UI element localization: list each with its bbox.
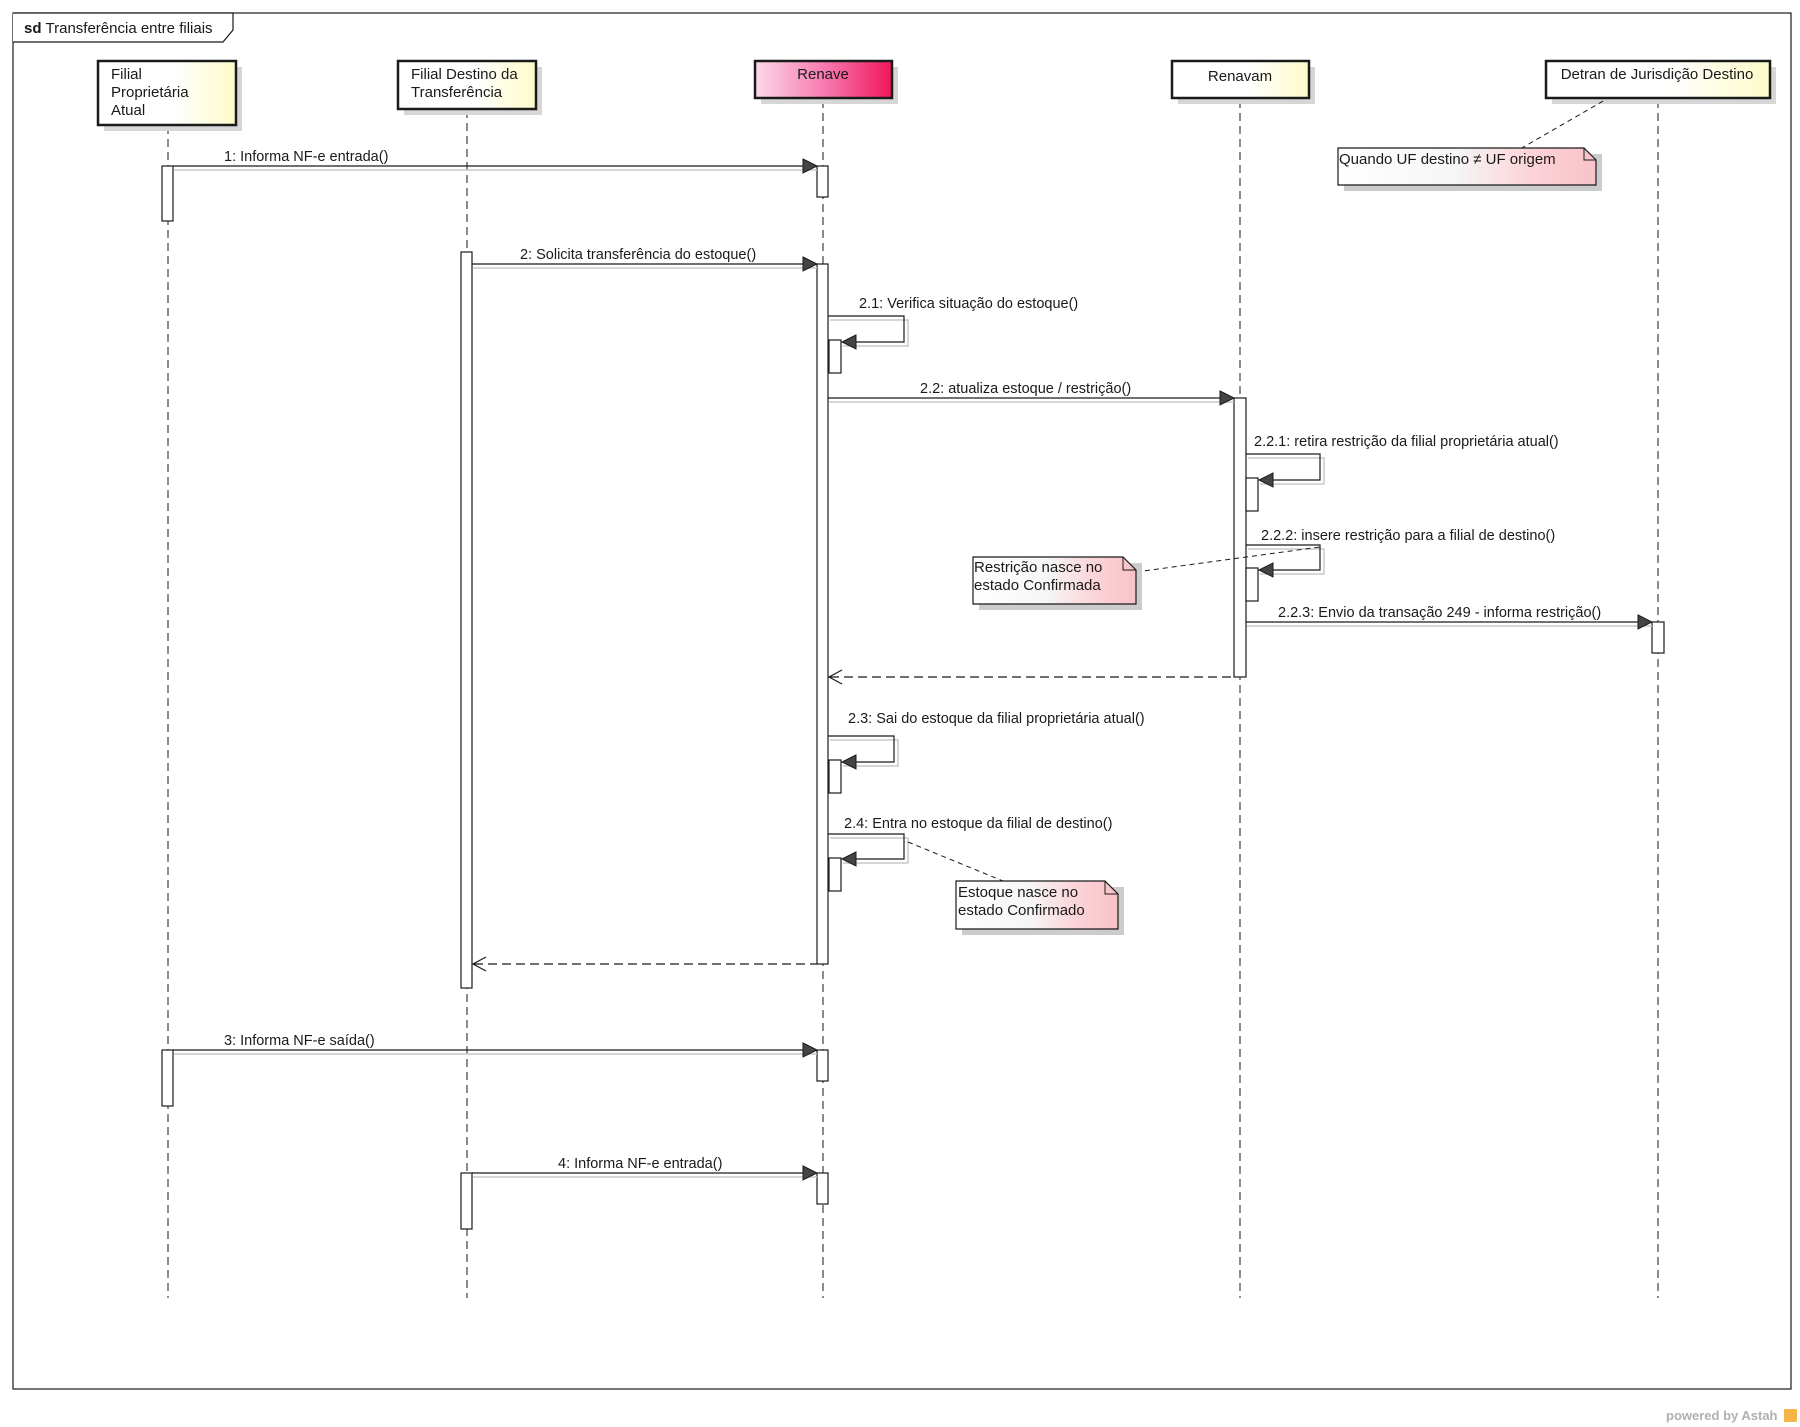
note-uf[interactable]: Quando UF destino ≠ UF origem xyxy=(1337,99,1606,191)
note-restricao[interactable]: Restrição nasce no estado Confirmada xyxy=(972,546,1321,610)
message-label: 2.2.1: retira restrição da filial propri… xyxy=(1254,434,1559,450)
activation-bar xyxy=(828,759,842,794)
activation-bar xyxy=(1245,477,1259,512)
message-return-2[interactable] xyxy=(471,956,817,972)
message-2-2-1[interactable]: 2.2.1: retira restrição da filial propri… xyxy=(1246,434,1559,488)
lifeline-name: Detran de Jurisdição Destino xyxy=(1561,66,1754,83)
messages: 1: Informa NF-e entrada() 2: Solicita tr… xyxy=(173,149,1654,1181)
activation-bar xyxy=(828,857,842,892)
interaction-frame: sd Transferência entre filiais xyxy=(12,12,1792,1390)
activation-bar xyxy=(816,165,829,198)
message-label: 2.2: atualiza estoque / restrição() xyxy=(920,381,1131,397)
lifeline-name: Filial xyxy=(111,66,142,83)
message-label: 2.3: Sai do estoque da filial proprietár… xyxy=(848,711,1145,727)
note-text: estado Confirmada xyxy=(974,577,1101,594)
lifelines: Filial Proprietária Atual Filial Destino… xyxy=(96,59,1776,1298)
frame-title: sd Transferência entre filiais xyxy=(24,20,213,37)
activation-bar xyxy=(816,1049,829,1082)
activation-bar xyxy=(161,165,174,222)
lifeline-detran[interactable]: Detran de Jurisdição Destino xyxy=(1544,59,1776,104)
message-2-1[interactable]: 2.1: Verifica situação do estoque() xyxy=(828,296,1078,350)
note-connector xyxy=(1512,99,1606,154)
message-1[interactable]: 1: Informa NF-e entrada() xyxy=(173,149,819,174)
activation-bar xyxy=(460,251,473,989)
note-estoque[interactable]: Estoque nasce no estado Confirmado xyxy=(907,841,1124,935)
footer-text: powered by Astah xyxy=(1666,1408,1778,1423)
notes: Quando UF destino ≠ UF origem Restrição … xyxy=(907,99,1606,935)
message-2[interactable]: 2: Solicita transferência do estoque() xyxy=(472,247,819,272)
note-text: Restrição nasce no xyxy=(974,559,1102,576)
astah-watermark: powered by Astah xyxy=(1666,1408,1797,1423)
note-connector xyxy=(1135,546,1321,573)
message-2-3[interactable]: 2.3: Sai do estoque da filial proprietár… xyxy=(828,711,1145,770)
activation-bar xyxy=(828,339,842,374)
message-label: 2.2.3: Envio da transação 249 - informa … xyxy=(1278,605,1601,621)
lifeline-name: Renave xyxy=(797,66,849,83)
activation-bar xyxy=(161,1049,174,1107)
activation-bar xyxy=(1233,397,1247,678)
message-label: 4: Informa NF-e entrada() xyxy=(558,1156,722,1172)
activation-bar xyxy=(460,1172,473,1230)
message-2-4[interactable]: 2.4: Entra no estoque da filial de desti… xyxy=(828,816,1112,867)
activation-bar xyxy=(816,1172,829,1205)
message-label: 3: Informa NF-e saída() xyxy=(224,1033,375,1049)
message-label: 2.4: Entra no estoque da filial de desti… xyxy=(844,816,1112,832)
lifeline-renavam[interactable]: Renavam xyxy=(1170,59,1315,104)
astah-logo-icon xyxy=(1784,1409,1797,1422)
lifeline-name: Filial Destino da xyxy=(411,66,518,83)
message-2-2-3[interactable]: 2.2.3: Envio da transação 249 - informa … xyxy=(1246,605,1654,630)
message-label: 2.2.2: insere restrição para a filial de… xyxy=(1261,528,1555,544)
note-text: Estoque nasce no xyxy=(958,884,1078,901)
lifeline-renave[interactable]: Renave xyxy=(753,59,898,104)
lifeline-name: Proprietária xyxy=(111,84,189,101)
lifeline-filial-proprietaria[interactable]: Filial Proprietária Atual xyxy=(96,59,242,131)
lifeline-filial-destino[interactable]: Filial Destino da Transferência xyxy=(396,59,542,115)
message-4[interactable]: 4: Informa NF-e entrada() xyxy=(472,1156,819,1181)
sequence-diagram: sd Transferência entre filiais Filial Pro… xyxy=(12,12,1797,1423)
activation-bars xyxy=(161,165,1665,1230)
lifeline-name: Atual xyxy=(111,102,145,119)
lifeline-name: Transferência xyxy=(411,84,503,101)
message-3[interactable]: 3: Informa NF-e saída() xyxy=(173,1033,819,1058)
message-2-2[interactable]: 2.2: atualiza estoque / restrição() xyxy=(828,381,1236,406)
message-return-2-2[interactable] xyxy=(827,669,1234,685)
note-text: estado Confirmado xyxy=(958,902,1085,919)
activation-bar xyxy=(1245,567,1259,602)
note-connector xyxy=(907,841,1004,882)
message-label: 2.1: Verifica situação do estoque() xyxy=(859,296,1078,312)
activation-bar xyxy=(1651,621,1665,654)
message-2-2-2[interactable]: 2.2.2: insere restrição para a filial de… xyxy=(1246,528,1555,578)
message-label: 2: Solicita transferência do estoque() xyxy=(520,247,756,263)
lifeline-name: Renavam xyxy=(1208,68,1272,85)
message-label: 1: Informa NF-e entrada() xyxy=(224,149,388,165)
note-text: Quando UF destino ≠ UF origem xyxy=(1339,151,1556,168)
activation-bar xyxy=(816,263,829,965)
